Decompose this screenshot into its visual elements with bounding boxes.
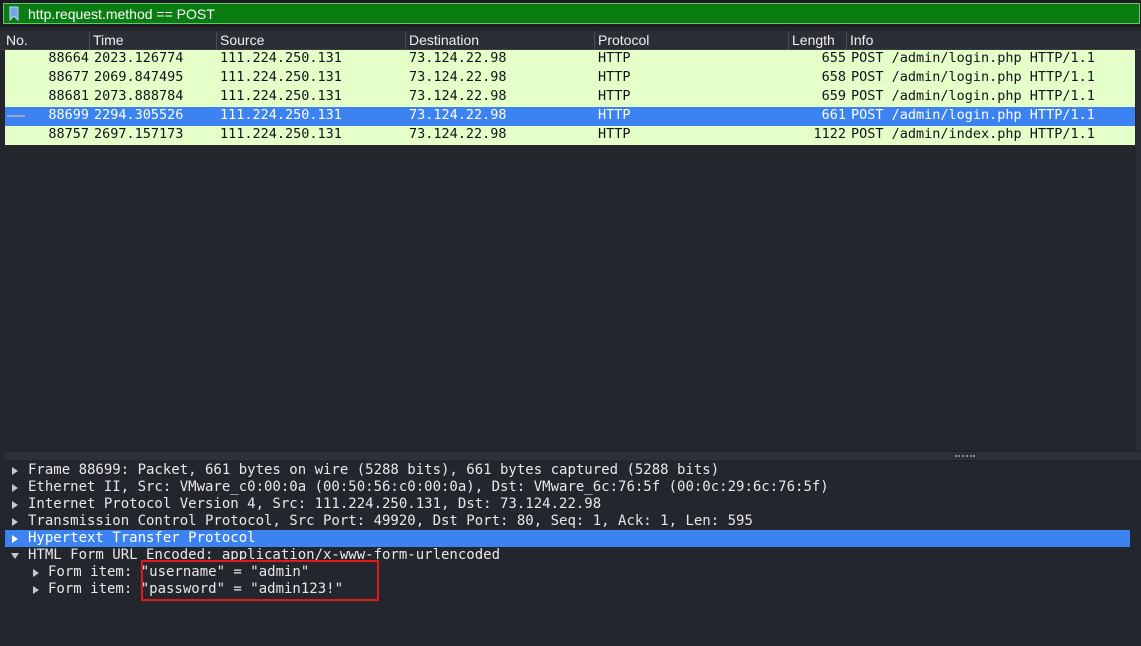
pane-splitter-handle[interactable]: [5, 452, 1141, 460]
packet-length: 1122: [813, 126, 846, 142]
packet-destination: 73.124.22.98: [409, 88, 507, 104]
packet-source: 111.224.250.131: [220, 88, 342, 104]
expand-arrow-icon[interactable]: [30, 564, 42, 581]
packet-list: 88664 2023.126774 111.224.250.131 73.124…: [5, 50, 1135, 450]
packet-row[interactable]: 88664 2023.126774 111.224.250.131 73.124…: [5, 50, 1135, 69]
packet-source: 111.224.250.131: [220, 126, 342, 142]
packet-time: 2023.126774: [94, 50, 184, 66]
detail-text: Transmission Control Protocol, Src Port:…: [28, 513, 753, 529]
expand-arrow-icon[interactable]: [9, 513, 21, 530]
packet-info: POST /admin/login.php HTTP/1.1: [851, 88, 1095, 104]
column-header-protocol[interactable]: Protocol: [594, 31, 788, 50]
splitter-grip-icon: [955, 455, 975, 457]
packet-row[interactable]: 88757 2697.157173 111.224.250.131 73.124…: [5, 126, 1135, 145]
detail-text: Frame 88699: Packet, 661 bytes on wire (…: [28, 462, 720, 478]
collapse-arrow-icon[interactable]: [9, 547, 21, 564]
detail-text: Internet Protocol Version 4, Src: 111.22…: [28, 496, 602, 512]
packet-time: 2294.305526: [94, 107, 184, 123]
packet-length: 659: [821, 88, 846, 104]
packet-row[interactable]: 88681 2073.888784 111.224.250.131 73.124…: [5, 88, 1135, 107]
column-header-source[interactable]: Source: [216, 31, 405, 50]
detail-text: Ethernet II, Src: VMware_c0:00:0a (00:50…: [28, 479, 829, 495]
packet-destination: 73.124.22.98: [409, 69, 507, 85]
detail-text: Hypertext Transfer Protocol: [28, 530, 256, 546]
packet-protocol: HTTP: [598, 88, 631, 104]
packet-protocol: HTTP: [598, 126, 631, 142]
packet-length: 661: [821, 107, 846, 123]
display-filter-bar: http.request.method == POST: [0, 0, 1141, 27]
packet-row[interactable]: 88677 2069.847495 111.224.250.131 73.124…: [5, 69, 1135, 88]
packet-protocol: HTTP: [598, 50, 631, 66]
display-filter-text: http.request.method == POST: [28, 5, 215, 22]
packet-list-header: No. Time Source Destination Protocol Len…: [0, 31, 1141, 50]
packet-source: 111.224.250.131: [220, 107, 342, 123]
packet-info: POST /admin/login.php HTTP/1.1: [851, 50, 1095, 66]
packet-destination: 73.124.22.98: [409, 107, 507, 123]
packet-length: 655: [821, 50, 846, 66]
expand-arrow-icon[interactable]: [9, 496, 21, 513]
detail-row-ethernet[interactable]: Ethernet II, Src: VMware_c0:00:0a (00:50…: [5, 479, 1130, 496]
packet-destination: 73.124.22.98: [409, 50, 507, 66]
packet-no: 88677: [48, 69, 89, 85]
packet-row-selected[interactable]: 88699 2294.305526 111.224.250.131 73.124…: [5, 107, 1135, 126]
packet-length: 658: [821, 69, 846, 85]
packet-time: 2073.888784: [94, 88, 184, 104]
packet-source: 111.224.250.131: [220, 50, 342, 66]
column-header-length[interactable]: Length: [788, 31, 846, 50]
column-header-time[interactable]: Time: [89, 31, 216, 50]
credentials-annotation-box: [141, 560, 379, 601]
detail-row-http[interactable]: Hypertext Transfer Protocol: [5, 530, 1130, 547]
packet-destination: 73.124.22.98: [409, 126, 507, 142]
packet-details-pane: Frame 88699: Packet, 661 bytes on wire (…: [5, 460, 1130, 646]
column-header-info[interactable]: Info: [846, 31, 1141, 50]
expand-arrow-icon[interactable]: [9, 530, 21, 547]
expand-arrow-icon[interactable]: [9, 479, 21, 496]
packet-no: 88757: [48, 126, 89, 142]
packet-no: 88699: [48, 107, 89, 123]
expand-arrow-icon[interactable]: [9, 462, 21, 479]
expand-arrow-icon[interactable]: [30, 581, 42, 598]
packet-protocol: HTTP: [598, 69, 631, 85]
packet-info: POST /admin/login.php HTTP/1.1: [851, 69, 1095, 85]
packet-no: 88664: [48, 50, 89, 66]
packet-source: 111.224.250.131: [220, 69, 342, 85]
packet-no: 88681: [48, 88, 89, 104]
packet-info: POST /admin/index.php HTTP/1.1: [851, 126, 1095, 142]
column-header-no[interactable]: No.: [3, 31, 89, 50]
packet-list-scrollbar[interactable]: [1136, 50, 1141, 450]
detail-row-ipv4[interactable]: Internet Protocol Version 4, Src: 111.22…: [5, 496, 1130, 513]
bookmark-icon[interactable]: [6, 4, 22, 23]
detail-row-frame[interactable]: Frame 88699: Packet, 661 bytes on wire (…: [5, 462, 1130, 479]
packet-time: 2697.157173: [94, 126, 184, 142]
packet-info: POST /admin/login.php HTTP/1.1: [851, 107, 1095, 123]
detail-row-tcp[interactable]: Transmission Control Protocol, Src Port:…: [5, 513, 1130, 530]
column-header-destination[interactable]: Destination: [405, 31, 594, 50]
display-filter-input[interactable]: http.request.method == POST: [3, 3, 1140, 24]
packet-time: 2069.847495: [94, 69, 184, 85]
packet-protocol: HTTP: [598, 107, 631, 123]
